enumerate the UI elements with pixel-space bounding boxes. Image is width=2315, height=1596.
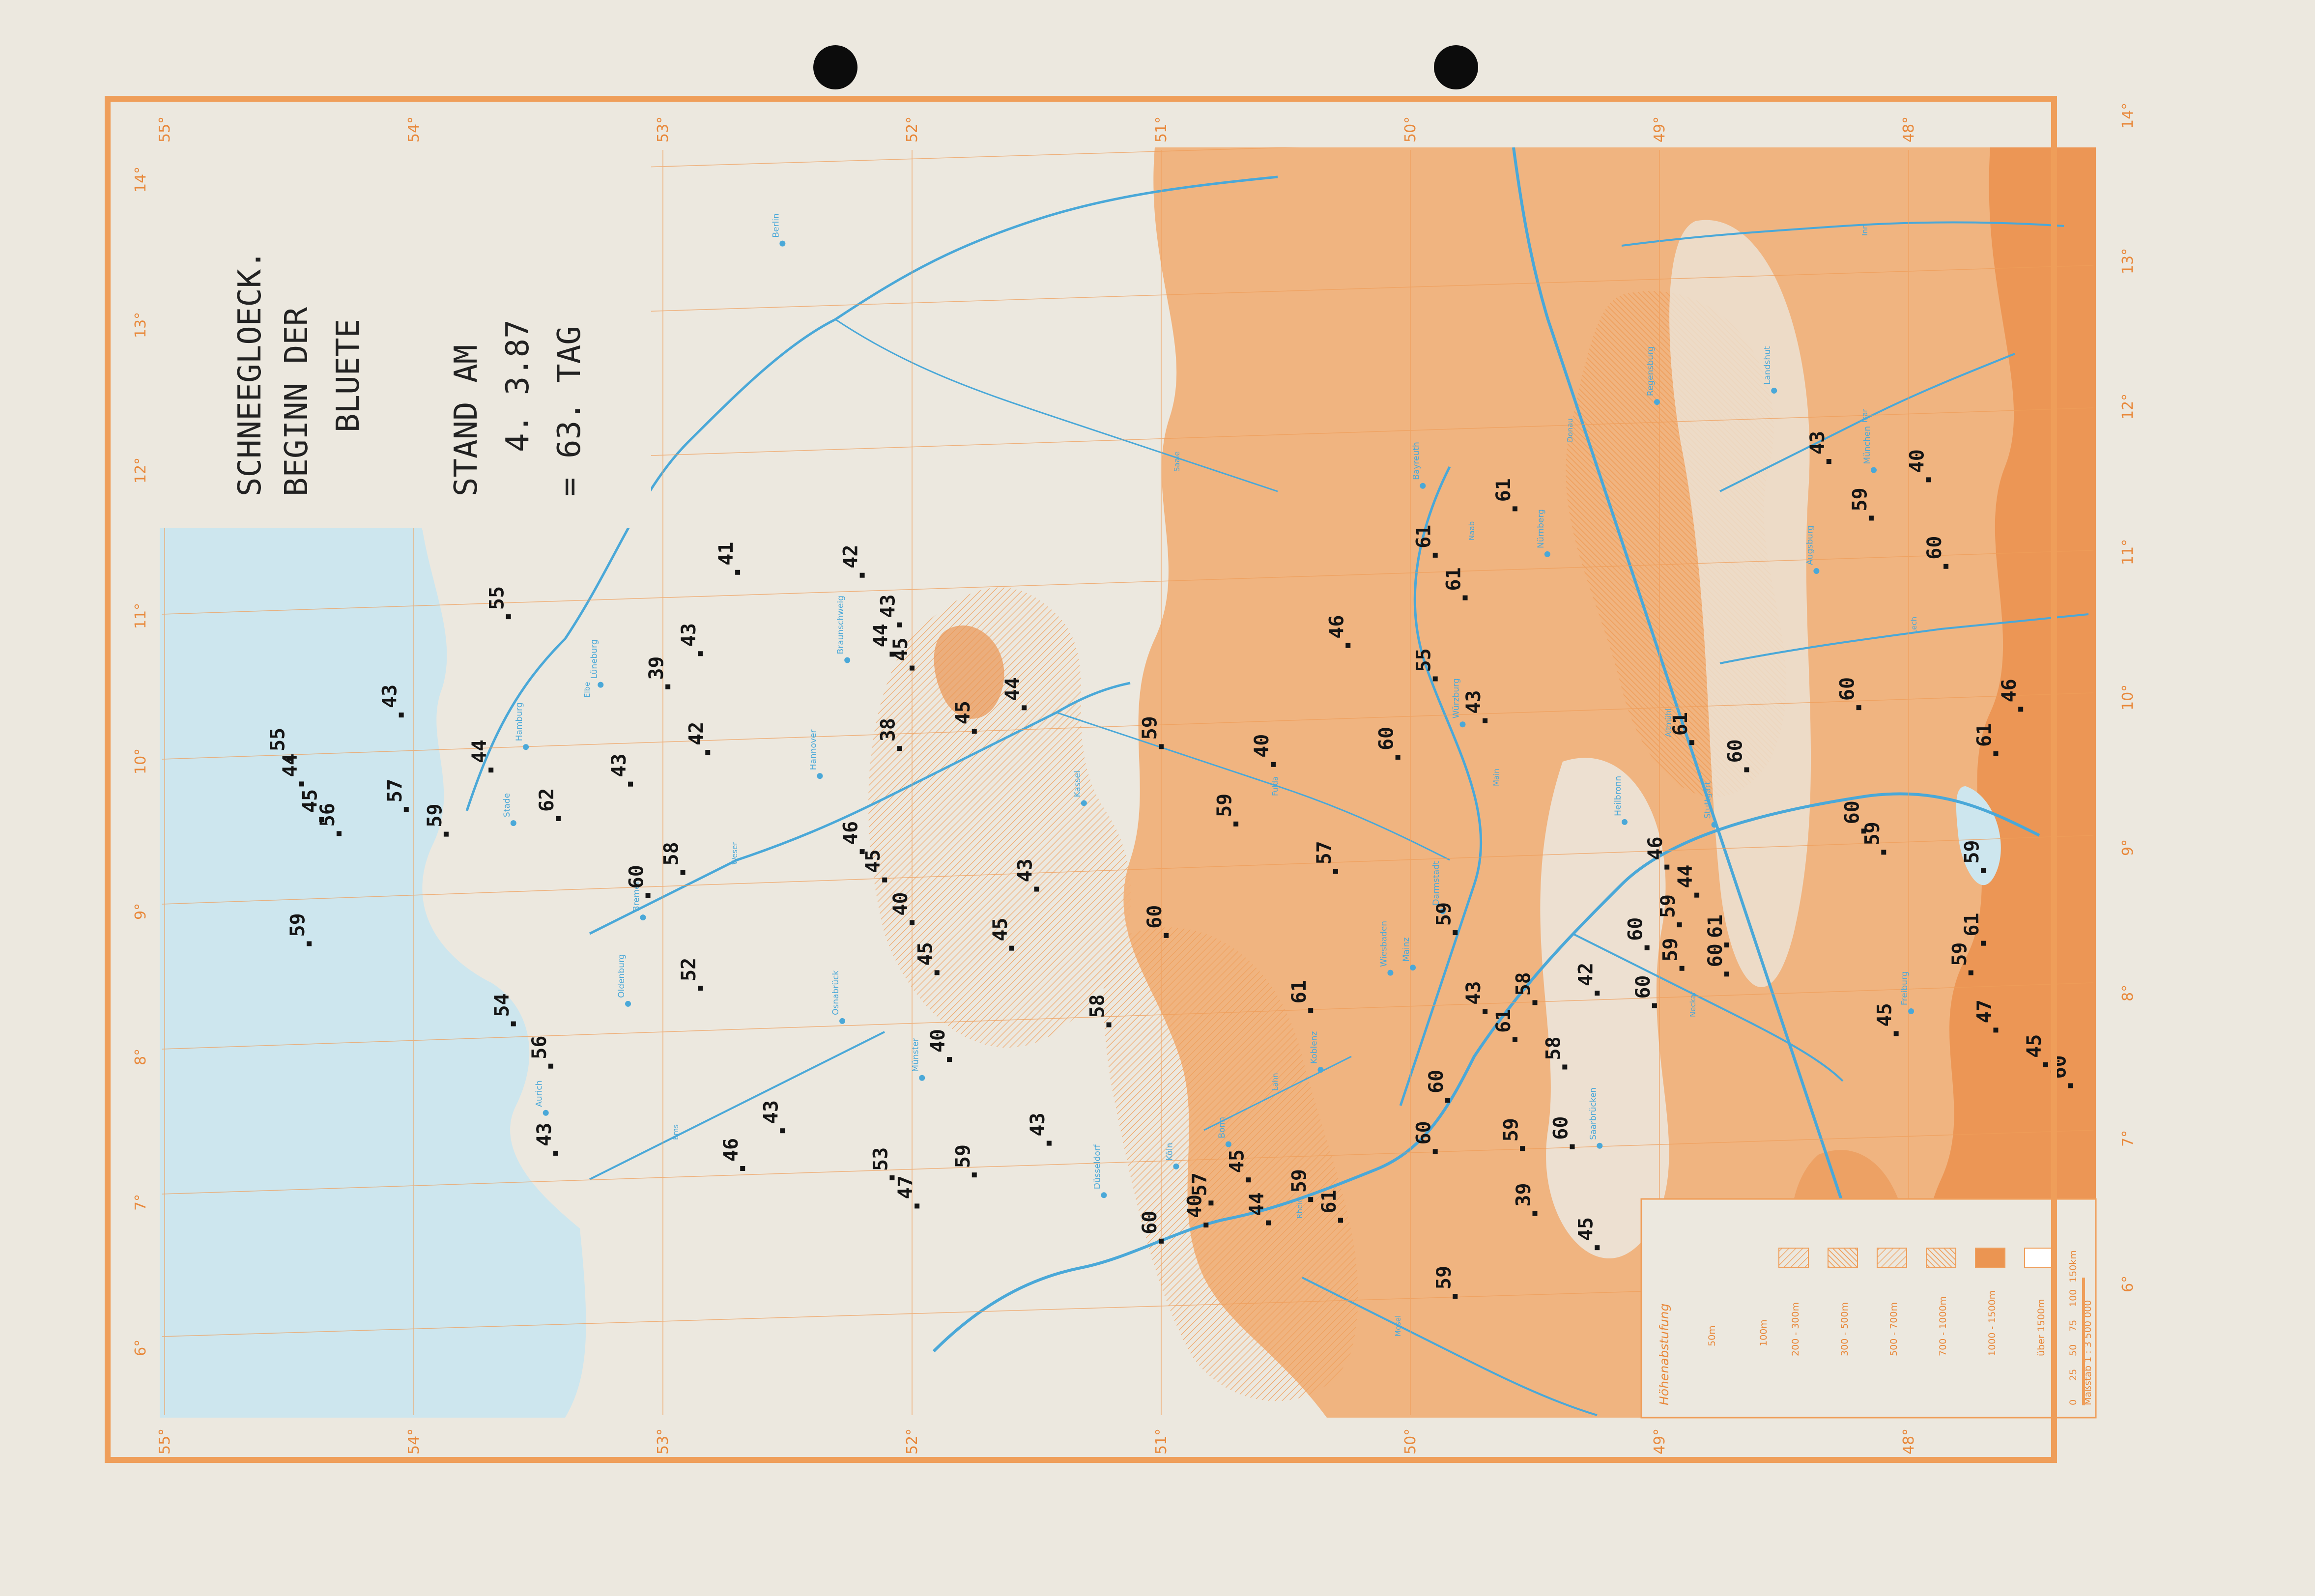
lon-label-right: 11° bbox=[2119, 539, 2137, 565]
longitude-labels-right: 6° 7° 8° 9° 10° 11° 12° 13° 14° bbox=[2119, 103, 2137, 1292]
lon-label-right: 10° bbox=[2119, 684, 2137, 711]
map-sheet: 55° 54° 53° 52° 51° 50° 49° 48° 55° 54° 53° 52° 51°… bbox=[0, 0, 2315, 1596]
scale-tick-label: 150km bbox=[2068, 1250, 2079, 1282]
lon-label-right: 8° bbox=[2119, 985, 2137, 1001]
scale-tick-label: 25 bbox=[2068, 1369, 2079, 1381]
scale-tick-label: 75 bbox=[2068, 1320, 2079, 1332]
lon-label-right: 6° bbox=[2119, 1276, 2137, 1292]
scale-tick-label: 100 bbox=[2068, 1289, 2079, 1307]
lon-label-right: 7° bbox=[2119, 1130, 2137, 1147]
station-marker bbox=[2068, 1083, 2073, 1088]
scale-tick-label: 50 bbox=[2068, 1344, 2079, 1356]
lon-label-right: 14° bbox=[2119, 103, 2137, 129]
lon-label-right: 9° bbox=[2119, 839, 2137, 856]
scale-tick-label: 0 bbox=[2068, 1399, 2079, 1405]
lon-label-right: 13° bbox=[2119, 248, 2137, 274]
lon-label-right: 12° bbox=[2119, 394, 2137, 420]
map-frame bbox=[105, 96, 2057, 1463]
